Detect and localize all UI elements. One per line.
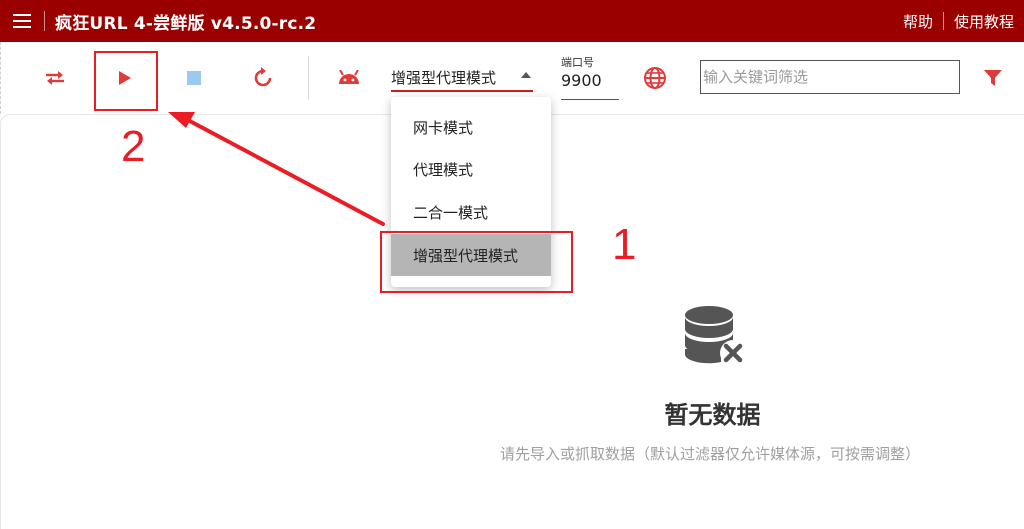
help-link[interactable]: 帮助: [893, 11, 943, 32]
android-icon[interactable]: [329, 58, 369, 98]
empty-state-title: 暂无数据: [664, 401, 761, 429]
caret-up-icon: [521, 72, 531, 78]
port-value: 9900: [561, 71, 602, 90]
dropdown-option-nic-mode[interactable]: 网卡模式: [391, 106, 551, 148]
annotation-number-1: 1: [612, 220, 637, 269]
annotation-number-2: 2: [121, 122, 146, 171]
port-label: 端口号: [561, 56, 594, 69]
dropdown-option-proxy-mode[interactable]: 代理模式: [391, 148, 551, 190]
tutorial-link[interactable]: 使用教程: [944, 11, 1024, 32]
annotation-box-enhanced-mode: [380, 231, 573, 293]
title-links: 帮助 使用教程: [893, 0, 1024, 42]
dropdown-option-combined-mode[interactable]: 二合一模式: [391, 191, 551, 233]
mode-select[interactable]: 增强型代理模式: [391, 64, 533, 92]
stop-icon[interactable]: [174, 58, 214, 98]
database-x-icon: [683, 303, 747, 371]
empty-state-subtitle: 请先导入或抓取数据（默认过滤器仅允许媒体源，可按需调整）: [499, 445, 920, 463]
filter-input[interactable]: [700, 60, 960, 94]
title-separator: [44, 11, 45, 31]
annotation-box-play: [94, 51, 158, 111]
filter-icon[interactable]: [973, 58, 1013, 98]
mode-select-value: 增强型代理模式: [391, 68, 497, 87]
title-bar: 疯狂URL 4-尝鲜版 v4.5.0-rc.2 帮助 使用教程: [0, 0, 1024, 42]
refresh-icon[interactable]: [243, 58, 283, 98]
hamburger-menu-icon[interactable]: [0, 0, 44, 42]
globe-icon[interactable]: [635, 58, 675, 98]
app-title: 疯狂URL 4-尝鲜版 v4.5.0-rc.2: [55, 13, 317, 34]
toolbar-separator: [308, 56, 309, 100]
swap-icon[interactable]: [35, 58, 75, 98]
port-field[interactable]: 端口号 9900: [561, 56, 619, 100]
